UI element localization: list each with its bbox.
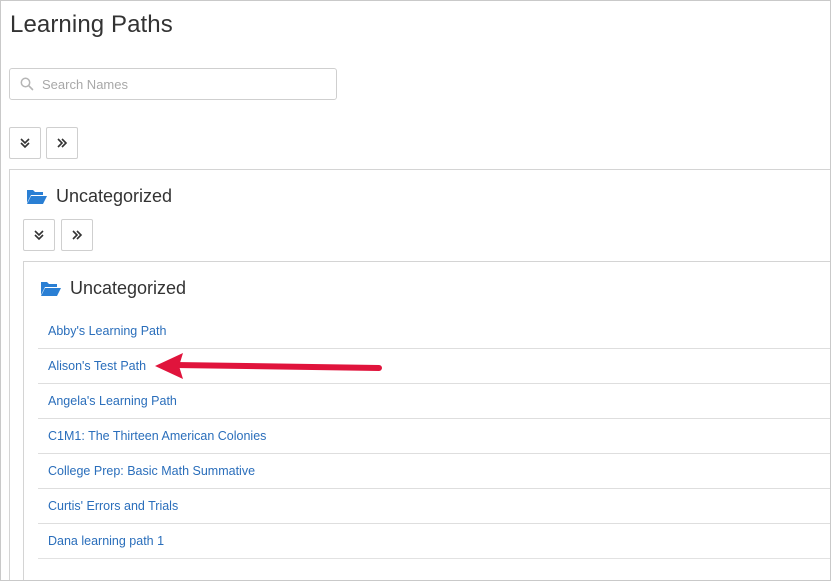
search-icon <box>20 77 34 91</box>
learning-path-link[interactable]: C1M1: The Thirteen American Colonies <box>48 429 266 443</box>
annotation-arrow-icon <box>155 353 382 379</box>
category-expand-all-button[interactable] <box>23 219 55 251</box>
list-item: Abby's Learning Path <box>38 314 830 349</box>
search-input[interactable] <box>42 76 312 92</box>
folder-open-icon <box>40 280 62 298</box>
expand-all-button[interactable] <box>9 127 41 159</box>
category-name: Uncategorized <box>56 186 173 206</box>
learning-path-link[interactable]: College Prep: Basic Math Summative <box>48 464 255 478</box>
category-expand-button[interactable] <box>61 219 93 251</box>
learning-path-link[interactable]: Curtis' Errors and Trials <box>48 499 178 513</box>
subcategory-header[interactable]: Uncategorized <box>40 278 186 299</box>
double-chevron-right-icon <box>56 137 68 149</box>
learning-path-link[interactable]: Dana learning path 1 <box>48 534 164 548</box>
list-item: College Prep: Basic Math Summative <box>38 454 830 489</box>
learning-path-link[interactable]: Alison's Test Path <box>48 359 146 373</box>
folder-open-icon <box>26 188 48 206</box>
learning-path-link[interactable]: Angela's Learning Path <box>48 394 177 408</box>
list-item: Dana learning path 1 <box>38 524 830 559</box>
learning-path-link[interactable]: Abby's Learning Path <box>48 324 166 338</box>
double-chevron-right-icon <box>71 229 83 241</box>
page-title: Learning Paths <box>10 11 173 38</box>
double-chevron-down-icon <box>19 137 31 149</box>
list-item: C1M1: The Thirteen American Colonies <box>38 419 830 454</box>
app-window: Learning Paths Uncategorized <box>0 0 831 581</box>
subcategory-name: Uncategorized <box>70 278 187 298</box>
expand-button[interactable] <box>46 127 78 159</box>
double-chevron-down-icon <box>33 229 45 241</box>
list-item: Curtis' Errors and Trials <box>38 489 830 524</box>
search-field[interactable] <box>9 68 337 100</box>
list-item: Angela's Learning Path <box>38 384 830 419</box>
category-header[interactable]: Uncategorized <box>26 186 172 207</box>
